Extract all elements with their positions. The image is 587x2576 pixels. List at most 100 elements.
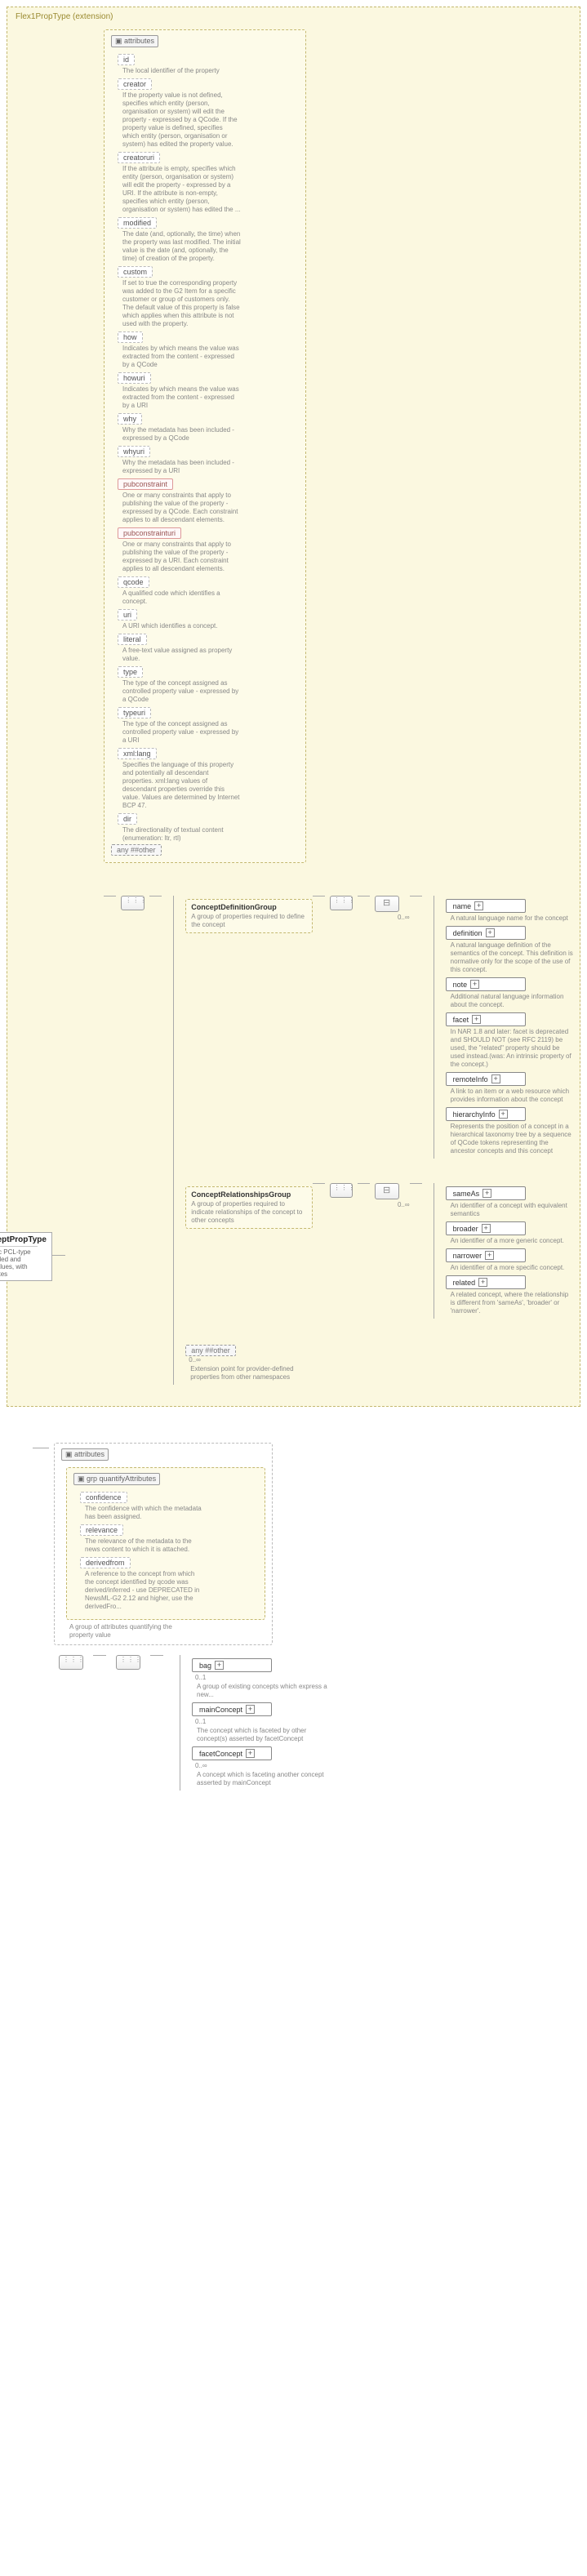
- attribute-name[interactable]: pubconstraint: [118, 478, 173, 490]
- attribute-name[interactable]: id: [118, 54, 135, 65]
- attribute-name[interactable]: how: [118, 331, 143, 343]
- attribute-item: customIf set to true the corresponding p…: [118, 266, 299, 328]
- connector: [313, 1183, 325, 1184]
- attribute-name[interactable]: creatoruri: [118, 152, 160, 163]
- attribute-name[interactable]: custom: [118, 266, 153, 278]
- attribute-name[interactable]: whyuri: [118, 446, 150, 457]
- attribute-list: id The local identifier of the property cr…: [118, 54, 299, 843]
- sequence-icon: [330, 1183, 353, 1198]
- expand-icon[interactable]: +: [482, 1224, 491, 1233]
- attribute-item: uriA URI which identifies a concept.: [118, 609, 299, 630]
- model-group-title: ConceptRelationshipsGroup: [191, 1190, 306, 1199]
- attribute-desc: Why the metadata has been included - exp…: [122, 459, 241, 475]
- attribute-desc: Why the metadata has been included - exp…: [122, 426, 241, 443]
- element-name: facet: [453, 1016, 469, 1024]
- element-box[interactable]: bag+: [192, 1658, 272, 1672]
- expand-icon[interactable]: +: [486, 928, 495, 937]
- attribute-item: creatorIf the property value is not defi…: [118, 78, 299, 149]
- element-box[interactable]: related+: [446, 1275, 526, 1289]
- expand-icon[interactable]: +: [499, 1110, 508, 1119]
- root-type-name: Flex1ConceptPropType: [0, 1235, 47, 1244]
- attribute-name[interactable]: modified: [118, 217, 157, 229]
- connector: [150, 1655, 163, 1656]
- choice-icon: [375, 1183, 399, 1199]
- concept-definition-subtree: ConceptDefinitionGroup A group of proper…: [185, 896, 573, 1159]
- attributes-group-2: ▣ attributes ▣ grp quantifyAttributes co…: [54, 1443, 273, 1645]
- attribute-name[interactable]: xml:lang: [118, 748, 157, 759]
- element-box[interactable]: definition+: [446, 926, 526, 940]
- attribute-name[interactable]: qcode: [118, 576, 149, 588]
- second-root: ▣ attributes ▣ grp quantifyAttributes co…: [33, 1439, 580, 1791]
- expand-icon[interactable]: +: [215, 1661, 224, 1670]
- occurrence: 0..∞: [195, 1762, 327, 1769]
- attribute-name[interactable]: pubconstrainturi: [118, 527, 181, 539]
- attribute-item: qcodeA qualified code which identifies a…: [118, 576, 299, 606]
- root-type-desc: Flexible generic PCL-type for both contr…: [0, 1246, 38, 1278]
- attribute-name[interactable]: derivedfrom: [80, 1557, 131, 1568]
- extension-point: any ##other 0..∞ Extension point for pro…: [185, 1346, 573, 1381]
- expand-icon[interactable]: +: [474, 901, 483, 910]
- element-box[interactable]: note+: [446, 977, 526, 991]
- element-box[interactable]: broader+: [446, 1221, 526, 1235]
- extension-frame: Flex1PropType (extension) Flex1ConceptPr…: [7, 7, 580, 1407]
- expand-icon[interactable]: +: [478, 1278, 487, 1287]
- attribute-item: pubconstrainturiOne or many constraints …: [118, 527, 299, 573]
- element-item: facetConcept+ 0..∞ A concept which is face…: [192, 1746, 327, 1787]
- model-group-desc: A group of properties required to define…: [191, 913, 306, 929]
- connector: [358, 1183, 370, 1184]
- connector: [93, 1655, 106, 1656]
- attribute-name[interactable]: relevance: [80, 1524, 123, 1536]
- occurrence: 0..1: [195, 1718, 327, 1725]
- attribute-name[interactable]: literal: [118, 634, 147, 645]
- element-box[interactable]: remoteInfo+: [446, 1072, 526, 1086]
- attribute-desc: A reference to the concept from which th…: [85, 1570, 203, 1611]
- attribute-name[interactable]: creator: [118, 78, 152, 90]
- element-box[interactable]: facetConcept+: [192, 1746, 272, 1760]
- element-name: note: [453, 981, 468, 989]
- element-box[interactable]: narrower+: [446, 1248, 526, 1262]
- expand-icon[interactable]: +: [246, 1749, 255, 1758]
- attribute-item: dirThe directionality of textual content…: [118, 813, 299, 843]
- element-desc: A natural language name for the concept: [451, 914, 573, 923]
- attribute-name[interactable]: howuri: [118, 372, 151, 384]
- element-box[interactable]: name+: [446, 899, 526, 913]
- content-sequence: ConceptDefinitionGroup A group of proper…: [104, 896, 573, 1385]
- attribute-name[interactable]: type: [118, 666, 143, 678]
- attribute-name[interactable]: typeuri: [118, 707, 151, 719]
- element-desc: In NAR 1.8 and later: facet is deprecate…: [451, 1028, 573, 1069]
- element-box[interactable]: facet+: [446, 1012, 526, 1026]
- concept-definition-group[interactable]: ConceptDefinitionGroup A group of proper…: [185, 899, 312, 933]
- root-type-box[interactable]: Flex1ConceptPropType Flexible generic PC…: [0, 1232, 52, 1281]
- model-group-title: ConceptDefinitionGroup: [191, 903, 306, 911]
- attribute-desc: A URI which identifies a concept.: [122, 622, 241, 630]
- attribute-desc: A free-text value assigned as property v…: [122, 647, 241, 663]
- concept-relationships-group[interactable]: ConceptRelationshipsGroup A group of pro…: [185, 1186, 312, 1229]
- sequence-icon: [330, 896, 353, 910]
- attribute-name[interactable]: confidence: [80, 1492, 127, 1503]
- attribute-name[interactable]: dir: [118, 813, 137, 825]
- attribute-name[interactable]: uri: [118, 609, 137, 621]
- element-box[interactable]: sameAs+: [446, 1186, 526, 1200]
- attribute-item: confidence The confidence with which the …: [80, 1492, 258, 1521]
- expand-icon[interactable]: +: [246, 1705, 255, 1714]
- occurrence: 0..∞: [398, 914, 410, 921]
- element-desc: A concept which is faceting another conc…: [197, 1771, 327, 1787]
- expand-icon[interactable]: +: [470, 980, 479, 989]
- element-box[interactable]: mainConcept+: [192, 1702, 272, 1716]
- sequence-children: ConceptDefinitionGroup A group of proper…: [173, 896, 573, 1385]
- element-box[interactable]: hierarchyInfo+: [446, 1107, 526, 1121]
- element-desc: The concept which is faceted by other co…: [197, 1727, 327, 1743]
- extension-label: Flex1PropType (extension): [14, 11, 573, 26]
- attribute-desc: The confidence with which the metadata h…: [85, 1505, 203, 1521]
- attribute-name[interactable]: why: [118, 413, 142, 425]
- expand-icon[interactable]: +: [491, 1074, 500, 1083]
- element-desc: An identifier of a more specific concept…: [451, 1264, 573, 1272]
- attribute-desc: The local identifier of the property: [122, 67, 241, 75]
- expand-icon[interactable]: +: [472, 1015, 481, 1024]
- expand-icon[interactable]: +: [482, 1189, 491, 1198]
- quantify-attr-list: confidence The confidence with which the …: [80, 1492, 258, 1611]
- second-seq-children: bag+0..1A group of existing concepts whi…: [180, 1655, 327, 1791]
- expand-icon[interactable]: +: [485, 1251, 494, 1260]
- element-item: remoteInfo+A link to an item or a web re…: [446, 1072, 573, 1104]
- connector: [410, 1183, 422, 1184]
